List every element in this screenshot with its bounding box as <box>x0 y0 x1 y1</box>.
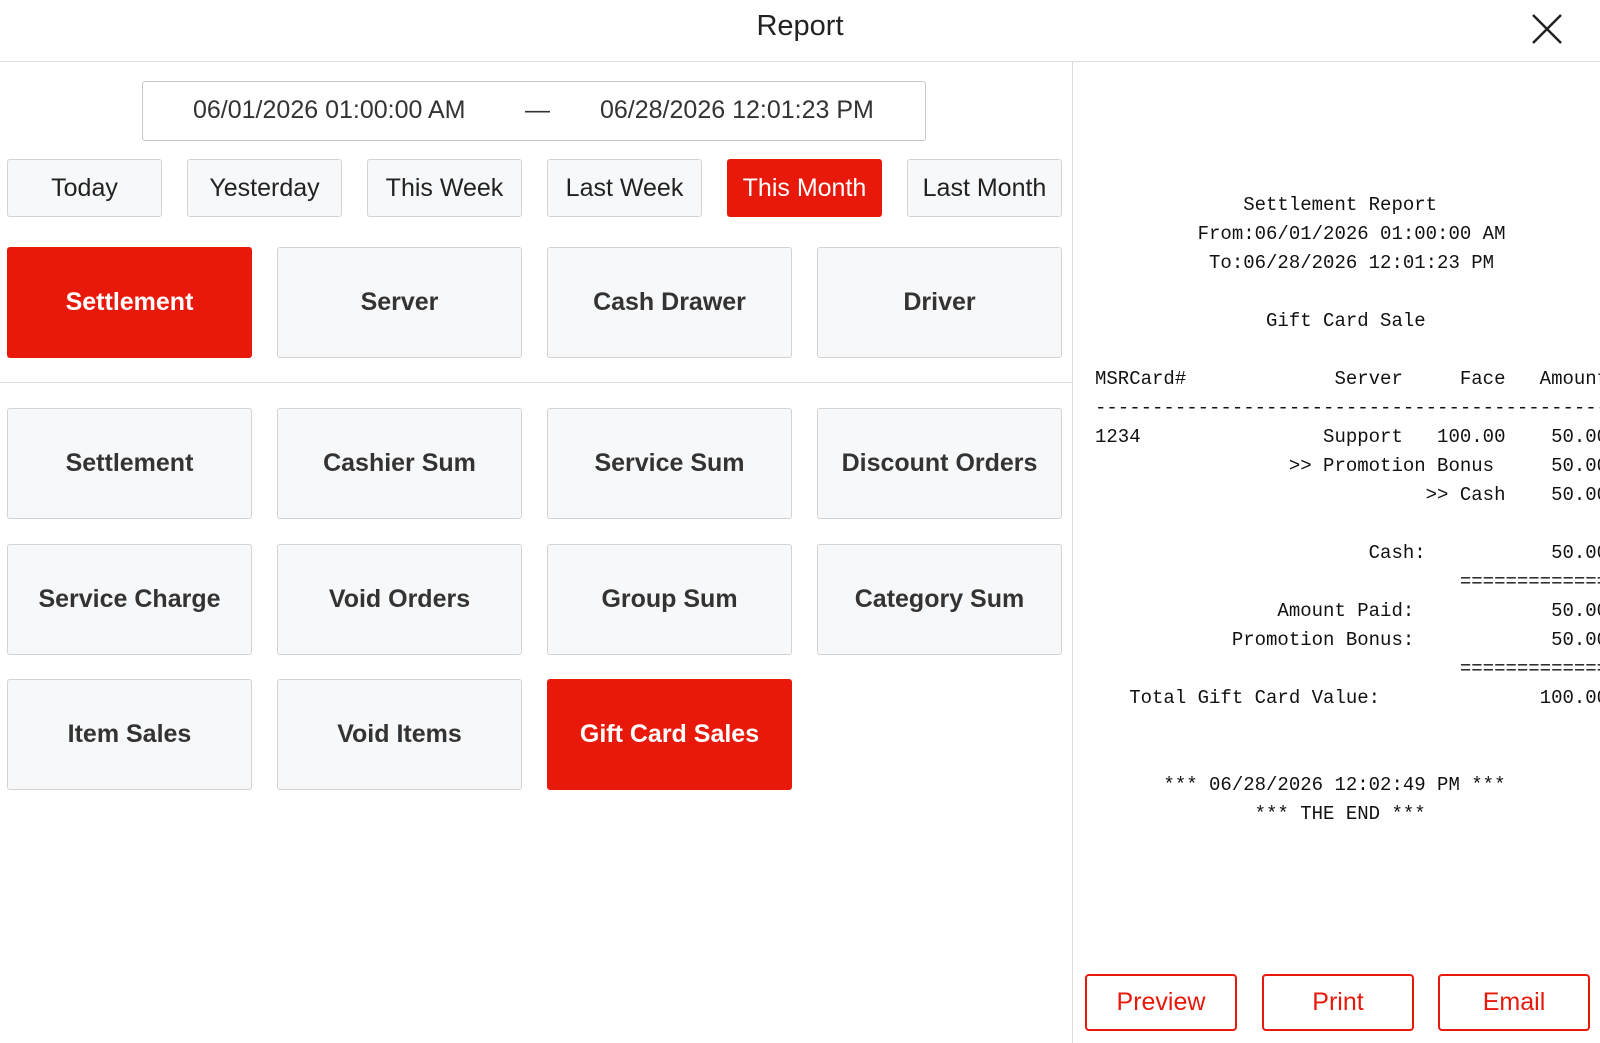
receipt-line: Gift Card Sale <box>1095 310 1426 332</box>
report-service-charge-button[interactable]: Service Charge <box>7 544 252 655</box>
range-this-week-button[interactable]: This Week <box>367 159 522 217</box>
receipt-line: *** THE END *** <box>1095 803 1426 825</box>
date-range-field[interactable]: 06/01/2026 01:00:00 AM — 06/28/2026 12:0… <box>142 81 926 141</box>
report-void-orders-button[interactable]: Void Orders <box>277 544 522 655</box>
section-divider <box>0 382 1072 383</box>
receipt-line: 1234 Support 100.00 50.00 <box>1095 426 1600 448</box>
report-options-panel: 06/01/2026 01:00:00 AM — 06/28/2026 12:0… <box>0 62 1072 1043</box>
close-button[interactable] <box>1530 12 1564 46</box>
date-from[interactable]: 06/01/2026 01:00:00 AM <box>193 96 465 125</box>
print-button[interactable]: Print <box>1262 974 1414 1031</box>
receipt-line: >> Cash 50.00 <box>1095 484 1600 506</box>
report-item-sales-button[interactable]: Item Sales <box>7 679 252 790</box>
type-driver-button[interactable]: Driver <box>817 247 1062 358</box>
report-group-sum-button[interactable]: Group Sum <box>547 544 792 655</box>
receipt-line: Cash: 50.00 <box>1095 542 1600 564</box>
receipt-line: From:06/01/2026 01:00:00 AM <box>1095 223 1506 245</box>
report-settlement-button[interactable]: Settlement <box>7 408 252 519</box>
receipt-line: Settlement Report <box>1095 194 1438 216</box>
receipt-line: *** 06/28/2026 12:02:49 PM *** <box>1095 774 1506 796</box>
type-settlement-button[interactable]: Settlement <box>7 247 252 358</box>
date-separator: — <box>525 96 550 124</box>
close-icon <box>1532 14 1562 44</box>
range-last-month-button[interactable]: Last Month <box>907 159 1062 217</box>
date-to[interactable]: 06/28/2026 12:01:23 PM <box>600 96 874 125</box>
type-server-button[interactable]: Server <box>277 247 522 358</box>
range-yesterday-button[interactable]: Yesterday <box>187 159 342 217</box>
header-bar: Report <box>0 0 1600 62</box>
range-last-week-button[interactable]: Last Week <box>547 159 702 217</box>
receipt-line: ----------------------------------------… <box>1095 397 1600 419</box>
receipt-line: MSRCard# Server Face Amount <box>1095 368 1600 390</box>
report-cashier-sum-button[interactable]: Cashier Sum <box>277 408 522 519</box>
report-service-sum-button[interactable]: Service Sum <box>547 408 792 519</box>
receipt-line: Amount Paid: 50.00 <box>1095 600 1600 622</box>
receipt-text: Settlement Report From:06/01/2026 01:00:… <box>1095 191 1600 829</box>
report-gift-card-sales-button[interactable]: Gift Card Sales <box>547 679 792 790</box>
receipt-line: ============= <box>1095 658 1600 680</box>
receipt-line: ============= <box>1095 571 1600 593</box>
report-preview-panel: Settlement Report From:06/01/2026 01:00:… <box>1073 62 1600 962</box>
report-discount-orders-button[interactable]: Discount Orders <box>817 408 1062 519</box>
page-title: Report <box>756 10 844 42</box>
receipt-line: To:06/28/2026 12:01:23 PM <box>1095 252 1495 274</box>
receipt-line: >> Promotion Bonus 50.00 <box>1095 455 1600 477</box>
report-void-items-button[interactable]: Void Items <box>277 679 522 790</box>
preview-button[interactable]: Preview <box>1085 974 1237 1031</box>
email-button[interactable]: Email <box>1438 974 1590 1031</box>
type-cash-drawer-button[interactable]: Cash Drawer <box>547 247 792 358</box>
range-this-month-button[interactable]: This Month <box>727 159 882 217</box>
report-category-sum-button[interactable]: Category Sum <box>817 544 1062 655</box>
range-today-button[interactable]: Today <box>7 159 162 217</box>
receipt-line: Promotion Bonus: 50.00 <box>1095 629 1600 651</box>
receipt-line: Total Gift Card Value: 100.00 <box>1095 687 1600 709</box>
